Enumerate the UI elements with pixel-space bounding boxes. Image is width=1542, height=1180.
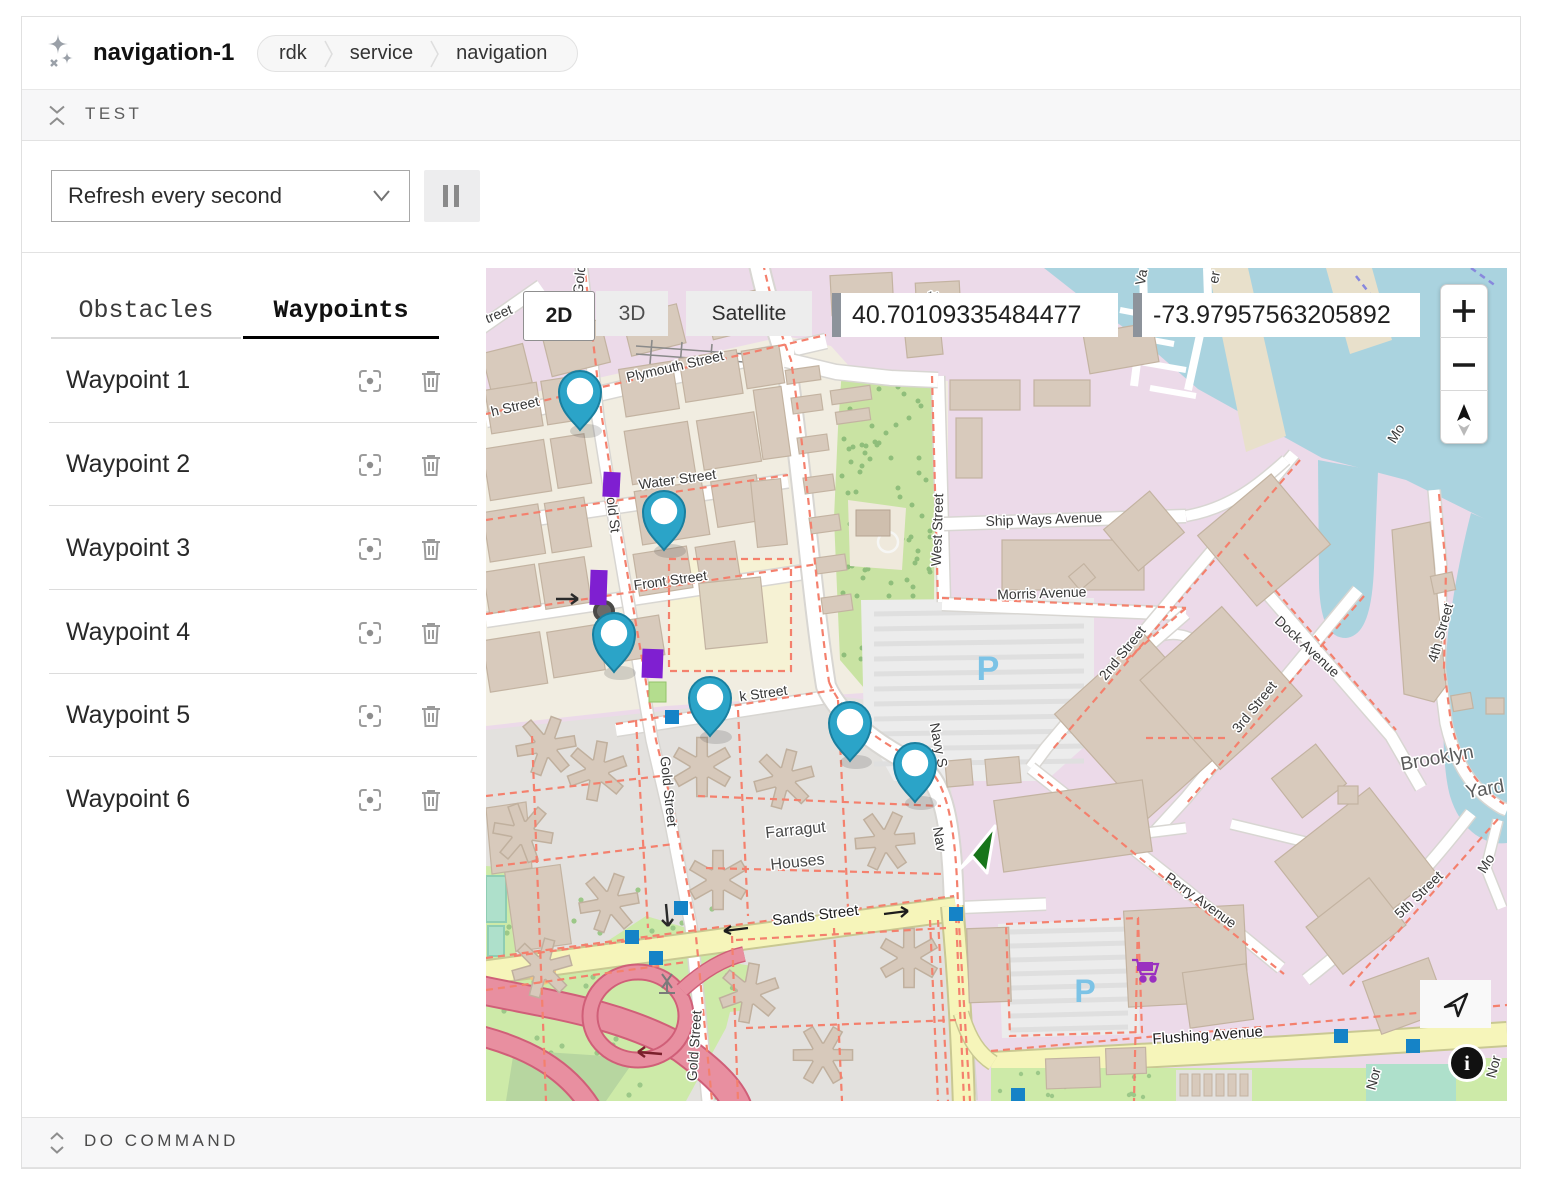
svg-text:West Street: West Street bbox=[928, 493, 947, 567]
svg-text:Va: Va bbox=[1132, 268, 1151, 286]
svg-text:P: P bbox=[1074, 973, 1095, 1009]
svg-text:P: P bbox=[977, 650, 1000, 688]
svg-text:Morris Avenue: Morris Avenue bbox=[997, 583, 1087, 602]
